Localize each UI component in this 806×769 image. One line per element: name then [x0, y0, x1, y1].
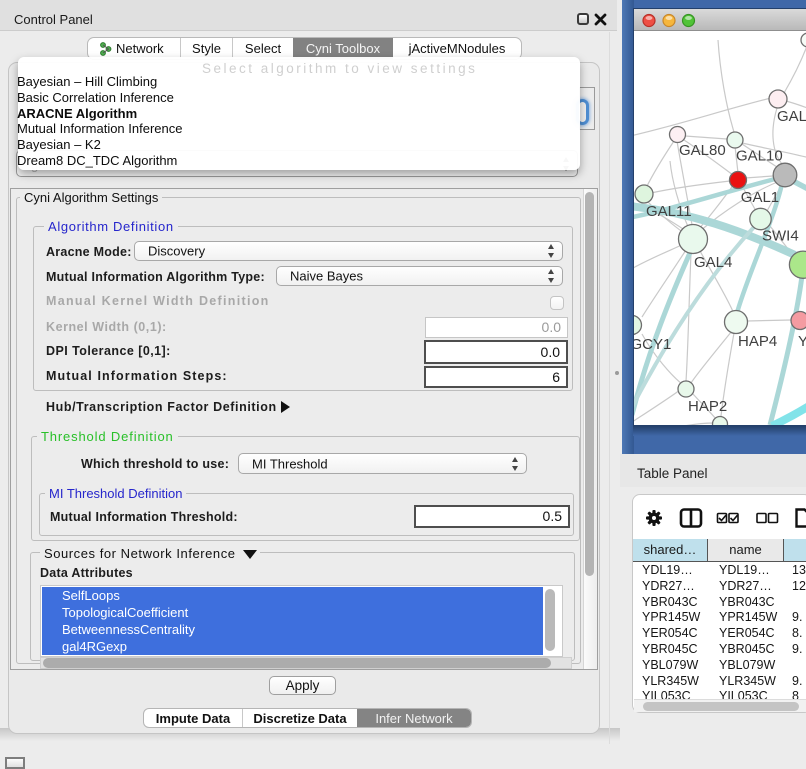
svg-text:GAL1: GAL1 [741, 189, 779, 206]
svg-text:GAL4: GAL4 [694, 254, 732, 271]
svg-text:GAL10: GAL10 [736, 148, 783, 165]
svg-text:GCY1: GCY1 [634, 336, 671, 353]
svg-text:GAL80: GAL80 [679, 142, 726, 159]
svg-text:GAL11: GAL11 [646, 203, 692, 220]
svg-text:Y: Y [798, 333, 806, 350]
svg-text:HAP4: HAP4 [738, 333, 777, 350]
svg-text:HAP2: HAP2 [688, 398, 727, 415]
svg-text:GAL: GAL [777, 108, 806, 125]
svg-text:SWI4: SWI4 [762, 228, 799, 245]
